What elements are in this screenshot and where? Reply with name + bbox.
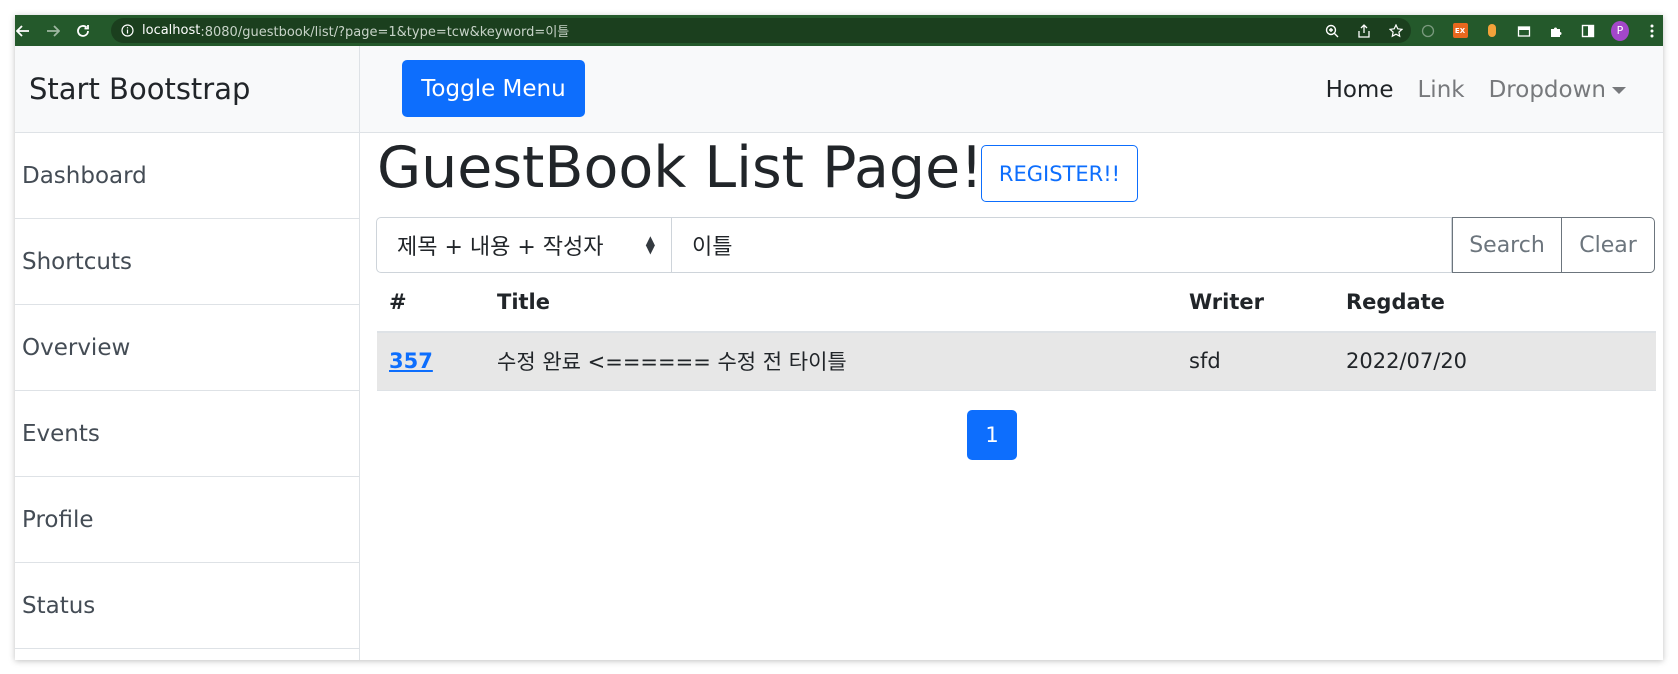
search-keyword-input[interactable] <box>672 217 1452 273</box>
address-bar[interactable]: localhost:8080/guestbook/list/?page=1&ty… <box>111 18 1411 43</box>
dropper-extension-icon[interactable] <box>1483 22 1501 40</box>
sidebar-item-overview[interactable]: Overview <box>15 305 359 391</box>
navbar-links: Home Link Dropdown <box>1302 46 1626 133</box>
nav-dropdown[interactable]: Dropdown <box>1489 77 1626 103</box>
select-arrows-icon: ▲ ▼ <box>645 233 655 256</box>
toggle-menu-button[interactable]: Toggle Menu <box>402 60 585 117</box>
url-host: localhost <box>142 23 201 38</box>
side-panel-icon[interactable] <box>1579 22 1597 40</box>
sidebar-item-events[interactable]: Events <box>15 391 359 477</box>
sidebar-heading[interactable]: Start Bootstrap <box>15 46 359 133</box>
sidebar-item-dashboard[interactable]: Dashboard <box>15 133 359 219</box>
ex-extension-icon[interactable]: EX <box>1451 22 1469 40</box>
sidebar-item-status[interactable]: Status <box>15 563 359 649</box>
more-menu-icon[interactable] <box>1643 22 1661 40</box>
reload-icon[interactable] <box>71 19 95 43</box>
site-info-icon[interactable] <box>121 24 134 37</box>
register-button[interactable]: REGISTER!! <box>981 145 1138 202</box>
extension-toolbar: EX P <box>1316 15 1663 46</box>
column-header-writer: Writer <box>1177 273 1334 333</box>
search-form: 제목 + 내용 + 작성자 ▲▼ Search Clear <box>376 217 1655 273</box>
page-title: GuestBook List Page!!!! <box>377 135 1052 201</box>
main-content: GuestBook List Page!!!! REGISTER!! 제목 + … <box>360 133 1663 660</box>
sidebar-item-shortcuts[interactable]: Shortcuts <box>15 219 359 305</box>
browser-window: localhost:8080/guestbook/list/?page=1&ty… <box>15 15 1663 660</box>
nav-dropdown-label: Dropdown <box>1488 76 1606 103</box>
pagination-page-1[interactable]: 1 <box>967 410 1017 460</box>
row-writer-cell: sfd <box>1177 332 1334 391</box>
search-button[interactable]: Search <box>1452 217 1562 273</box>
column-header-regdate: Regdate <box>1334 273 1656 333</box>
caret-down-icon <box>1612 86 1626 94</box>
table-header-row: # Title Writer Regdate <box>377 273 1656 333</box>
guestbook-table: # Title Writer Regdate 357 수정 완료 <======… <box>377 273 1656 391</box>
row-regdate-cell: 2022/07/20 <box>1334 332 1656 391</box>
browser-toolbar: localhost:8080/guestbook/list/?page=1&ty… <box>15 15 1663 46</box>
column-header-title: Title <box>485 273 1177 333</box>
sidebar-item-profile[interactable]: Profile <box>15 477 359 563</box>
nav-link-home[interactable]: Home <box>1326 77 1394 103</box>
clear-button[interactable]: Clear <box>1562 217 1655 273</box>
sync-extension-icon[interactable] <box>1419 22 1437 40</box>
puzzle-extensions-icon[interactable] <box>1547 22 1565 40</box>
sidebar: Start Bootstrap Dashboard Shortcuts Over… <box>15 46 360 660</box>
share-icon[interactable] <box>1355 22 1373 40</box>
bookmark-star-icon[interactable] <box>1387 22 1405 40</box>
forward-arrow-icon[interactable] <box>41 19 65 43</box>
table-row: 357 수정 완료 <====== 수정 전 타이틀 sfd 2022/07/2… <box>377 332 1656 391</box>
window-extension-icon[interactable] <box>1515 22 1533 40</box>
search-type-select[interactable]: 제목 + 내용 + 작성자 ▲ ▼ <box>376 217 672 273</box>
row-title-cell: 수정 완료 <====== 수정 전 타이틀 <box>485 332 1177 391</box>
top-navbar: Toggle Menu Home Link Dropdown <box>360 46 1663 133</box>
nav-link-link[interactable]: Link <box>1417 77 1464 103</box>
search-type-value: 제목 + 내용 + 작성자 <box>397 235 604 260</box>
column-header-number: # <box>377 273 485 333</box>
row-number-link[interactable]: 357 <box>389 349 433 373</box>
back-arrow-icon[interactable] <box>15 19 35 43</box>
url-path: :8080/guestbook/list/?page=1&type=tcw&ke… <box>200 25 570 40</box>
row-number-cell: 357 <box>377 332 485 391</box>
profile-avatar[interactable]: P <box>1611 20 1629 41</box>
zoom-icon[interactable] <box>1323 22 1341 40</box>
